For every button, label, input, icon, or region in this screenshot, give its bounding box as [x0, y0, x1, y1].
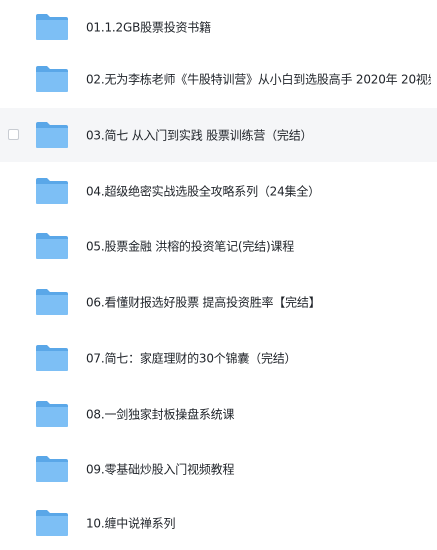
file-row-03[interactable]: 03.简七 从入门到实践 股票训练营（完结） — [0, 108, 437, 162]
file-row-06[interactable]: 06.看懂财报选好股票 提高投资胜率【完结】 — [0, 275, 437, 329]
file-name: 07.简七：家庭理财的30个锦囊（完结） — [86, 351, 297, 366]
file-row-02[interactable]: 02.无为李栋老师《牛股特训营》从小白到选股高手 2020年 20视频 — [0, 52, 437, 106]
file-name: 09.零基础炒股入门视频教程 — [86, 462, 235, 477]
folder-icon — [35, 455, 69, 483]
folder-icon — [35, 288, 69, 316]
file-row-05[interactable]: 05.股票金融 洪榕的投资笔记(完结)课程 — [0, 219, 437, 273]
file-row-07[interactable]: 07.简七：家庭理财的30个锦囊（完结） — [0, 331, 437, 385]
file-name: 08.一剑独家封板操盘系统课 — [86, 407, 235, 422]
file-row-10[interactable]: 10.缠中说禅系列 — [0, 496, 437, 550]
file-name: 10.缠中说禅系列 — [86, 516, 176, 531]
file-row-01[interactable]: 01.1.2GB股票投资书籍 — [0, 0, 437, 54]
folder-icon — [35, 400, 69, 428]
folder-icon — [35, 177, 69, 205]
folder-icon — [35, 65, 69, 93]
folder-icon — [35, 509, 69, 537]
file-row-04[interactable]: 04.超级绝密实战选股全攻略系列（24集全） — [0, 164, 437, 218]
file-name: 01.1.2GB股票投资书籍 — [86, 20, 211, 35]
file-row-09[interactable]: 09.零基础炒股入门视频教程 — [0, 442, 437, 496]
file-list: 01.1.2GB股票投资书籍 02.无为李栋老师《牛股特训营》从小白到选股高手 … — [0, 0, 437, 550]
file-name: 06.看懂财报选好股票 提高投资胜率【完结】 — [86, 295, 321, 310]
file-name: 02.无为李栋老师《牛股特训营》从小白到选股高手 2020年 20视频 — [86, 72, 431, 87]
folder-icon — [35, 121, 69, 149]
file-name: 03.简七 从入门到实践 股票训练营（完结） — [86, 128, 313, 143]
select-checkbox[interactable] — [8, 129, 19, 140]
folder-icon — [35, 344, 69, 372]
folder-icon — [35, 13, 69, 41]
file-row-08[interactable]: 08.一剑独家封板操盘系统课 — [0, 387, 437, 441]
file-name: 05.股票金融 洪榕的投资笔记(完结)课程 — [86, 239, 295, 254]
file-name: 04.超级绝密实战选股全攻略系列（24集全） — [86, 184, 320, 199]
folder-icon — [35, 232, 69, 260]
